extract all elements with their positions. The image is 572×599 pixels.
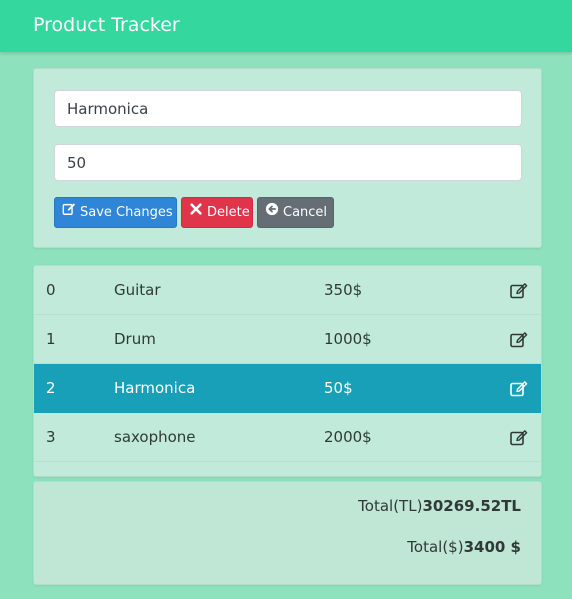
product-name-input[interactable] <box>54 90 522 127</box>
total-tl: Total(TL)30269.52TL <box>358 497 521 515</box>
app-root: Product Tracker Save Changes Delete Canc… <box>0 0 572 599</box>
edit-icon[interactable] <box>510 381 528 397</box>
app-title[interactable]: Product Tracker <box>33 12 180 38</box>
row-name: saxophone <box>114 428 196 446</box>
row-name: Guitar <box>114 281 161 299</box>
row-name: Harmonica <box>114 379 196 397</box>
total-usd-value: 3400 $ <box>463 538 521 556</box>
table-row-selected[interactable]: 2 Harmonica 50$ <box>34 364 541 413</box>
save-changes-label: Save Changes <box>80 205 173 220</box>
row-id: 1 <box>46 330 56 348</box>
row-id: 2 <box>46 379 56 397</box>
total-usd: Total($)3400 $ <box>407 538 521 556</box>
row-name: Drum <box>114 330 156 348</box>
times-icon <box>189 198 203 227</box>
cancel-label: Cancel <box>283 205 328 220</box>
cancel-button[interactable]: Cancel <box>257 197 334 228</box>
row-id: 3 <box>46 428 56 446</box>
totals-panel: Total(TL)30269.52TL Total($)3400 $ <box>33 481 542 585</box>
row-price: 350$ <box>324 281 363 299</box>
product-price-input[interactable] <box>54 144 522 181</box>
navbar: Product Tracker <box>0 0 572 52</box>
product-table: 0 Guitar 350$ 1 Drum 1000$ 2 Harmonica 5… <box>33 265 542 477</box>
row-id: 0 <box>46 281 56 299</box>
edit-icon[interactable] <box>510 430 528 446</box>
total-tl-value: 30269.52TL <box>422 497 521 515</box>
edit-icon[interactable] <box>510 283 528 299</box>
edit-icon <box>62 198 76 227</box>
total-tl-label: Total(TL) <box>358 497 423 515</box>
total-usd-label: Total($) <box>407 538 464 556</box>
edit-icon[interactable] <box>510 332 528 348</box>
row-price: 50$ <box>324 379 353 397</box>
arrow-circle-left-icon <box>265 198 279 227</box>
delete-label: Delete <box>207 205 250 220</box>
delete-button[interactable]: Delete <box>181 197 253 228</box>
table-row[interactable]: 0 Guitar 350$ <box>34 266 541 315</box>
save-changes-button[interactable]: Save Changes <box>54 197 177 228</box>
row-price: 2000$ <box>324 428 372 446</box>
row-price: 1000$ <box>324 330 372 348</box>
table-row[interactable]: 3 saxophone 2000$ <box>34 413 541 462</box>
table-row[interactable]: 1 Drum 1000$ <box>34 315 541 364</box>
product-form: Save Changes Delete Cancel <box>33 68 542 248</box>
